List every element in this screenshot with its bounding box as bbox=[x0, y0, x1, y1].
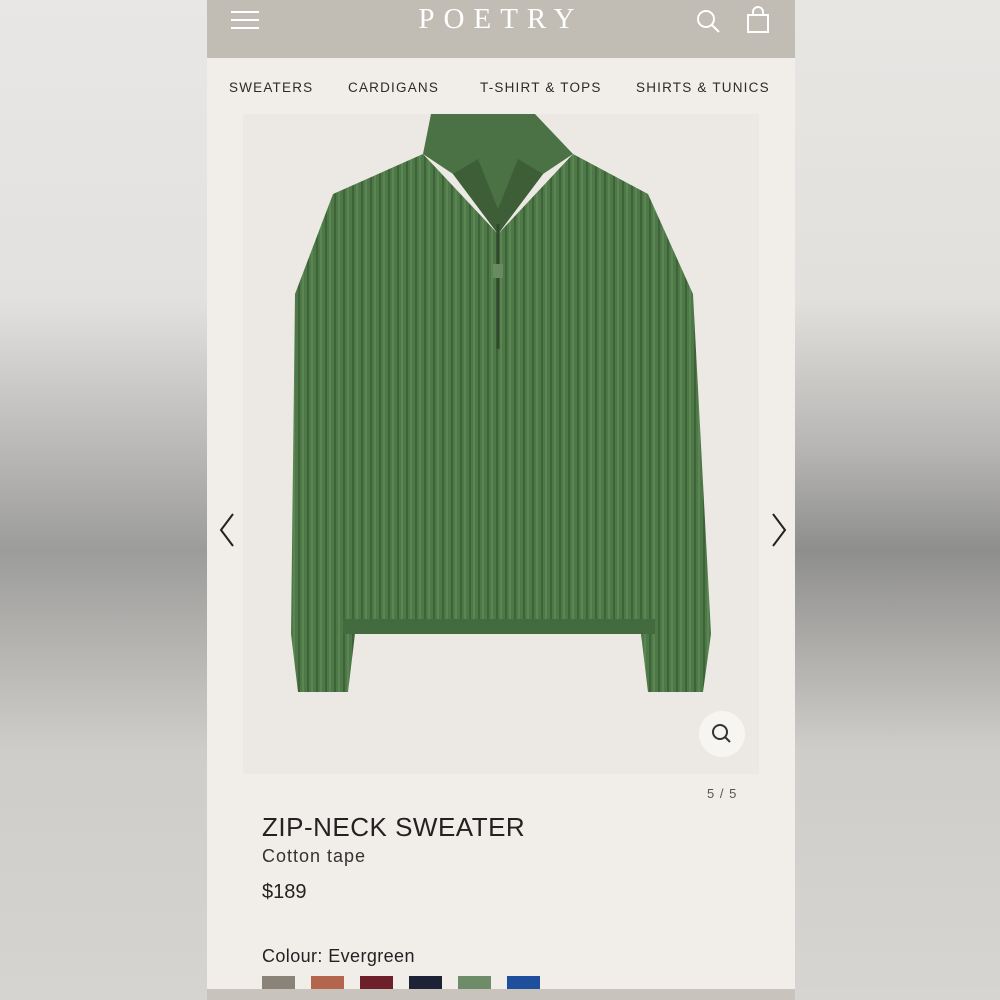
background-blur-left bbox=[0, 0, 207, 1000]
nav-item-cardigans[interactable]: CARDIGANS bbox=[348, 80, 439, 95]
zoom-icon bbox=[712, 724, 731, 743]
bottom-strip bbox=[207, 989, 795, 1000]
background-blur-right bbox=[795, 0, 1000, 1000]
product-title: ZIP-NECK SWEATER bbox=[262, 812, 526, 842]
search-icon[interactable] bbox=[695, 8, 721, 34]
product-image-gallery[interactable] bbox=[219, 114, 787, 774]
nav-item-shirts-tunics[interactable]: SHIRTS & TUNICS bbox=[636, 80, 770, 95]
sweater-image bbox=[291, 114, 711, 692]
chevron-left-icon[interactable] bbox=[217, 512, 237, 548]
nav-item-sweaters[interactable]: SWEATERS bbox=[229, 80, 313, 95]
product-subtitle: Cotton tape bbox=[262, 846, 367, 866]
header-bar: POETRY bbox=[207, 0, 795, 58]
colour-label: Colour: Evergreen bbox=[262, 946, 415, 966]
nav-item-tshirt-tops[interactable]: T-SHIRT & TOPS bbox=[480, 80, 602, 95]
product-price: $189 bbox=[262, 881, 307, 903]
phone-screen: POETRY SWEATERS CARDIGANS T-SHIRT & TOPS… bbox=[207, 0, 795, 1000]
gallery-pager: 5 / 5 bbox=[707, 786, 738, 801]
chevron-right-icon[interactable] bbox=[769, 512, 789, 548]
shopping-bag-icon[interactable] bbox=[745, 6, 771, 34]
zoom-button[interactable] bbox=[699, 711, 745, 757]
category-nav: SWEATERS CARDIGANS T-SHIRT & TOPS SHIRTS… bbox=[207, 58, 795, 116]
